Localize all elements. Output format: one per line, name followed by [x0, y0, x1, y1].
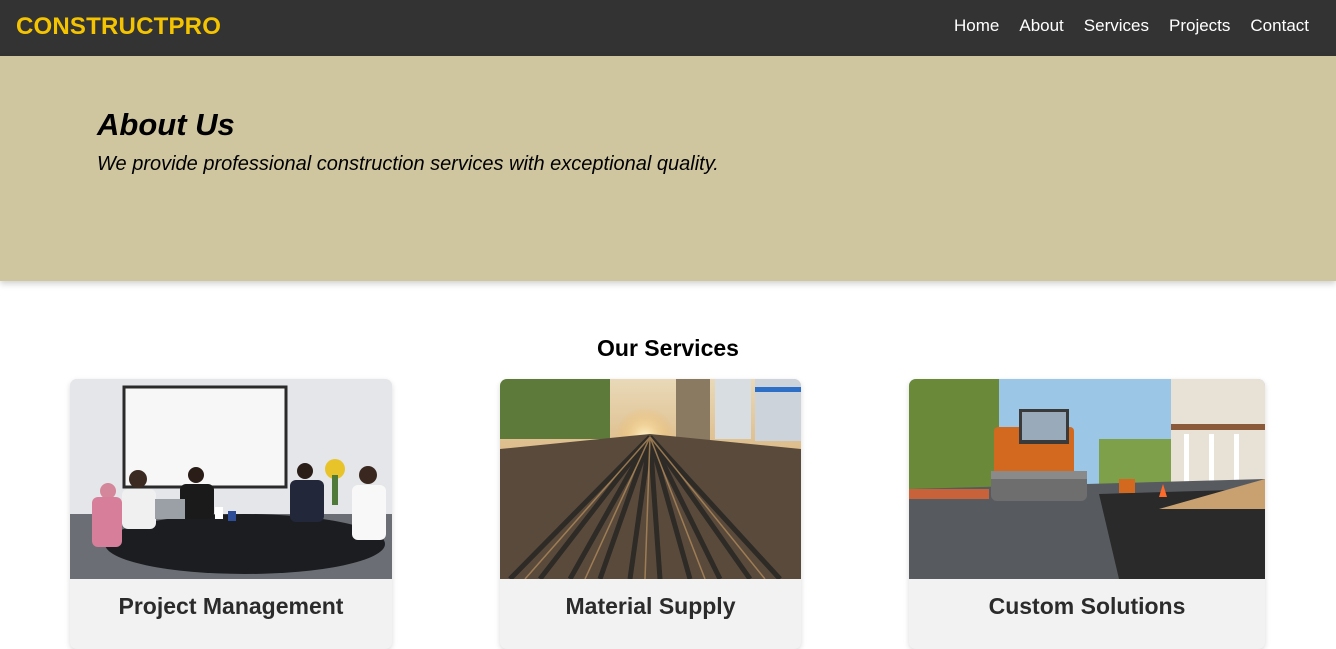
brand-logo[interactable]: CONSTRUCTPRO [16, 13, 221, 41]
nav-home-link[interactable]: Home [954, 16, 999, 36]
top-navbar: CONSTRUCTPRO Home About Services Project… [0, 0, 1336, 56]
card-title: Project Management [118, 593, 344, 619]
nav-projects-link[interactable]: Projects [1169, 16, 1230, 36]
rebar-photo [500, 379, 801, 579]
road-construction-photo [909, 379, 1265, 579]
card-title: Custom Solutions [988, 593, 1186, 619]
hero-subtitle: We provide professional construction ser… [97, 153, 719, 175]
meeting-photo [70, 379, 392, 579]
service-card-custom-solutions[interactable]: Custom Solutions [909, 379, 1265, 649]
service-card-project-management[interactable]: Project Management [70, 379, 392, 649]
nav-contact-link[interactable]: Contact [1250, 16, 1309, 36]
service-card-material-supply[interactable]: Material Supply [500, 379, 801, 649]
nav-links: Home About Services Projects Contact [954, 16, 1309, 36]
card-title: Material Supply [565, 593, 736, 619]
about-hero: About Us We provide professional constru… [0, 56, 1336, 281]
hero-title: About Us [97, 107, 235, 142]
nav-services-link[interactable]: Services [1084, 16, 1149, 36]
nav-about-link[interactable]: About [1019, 16, 1063, 36]
services-heading: Our Services [597, 335, 739, 361]
